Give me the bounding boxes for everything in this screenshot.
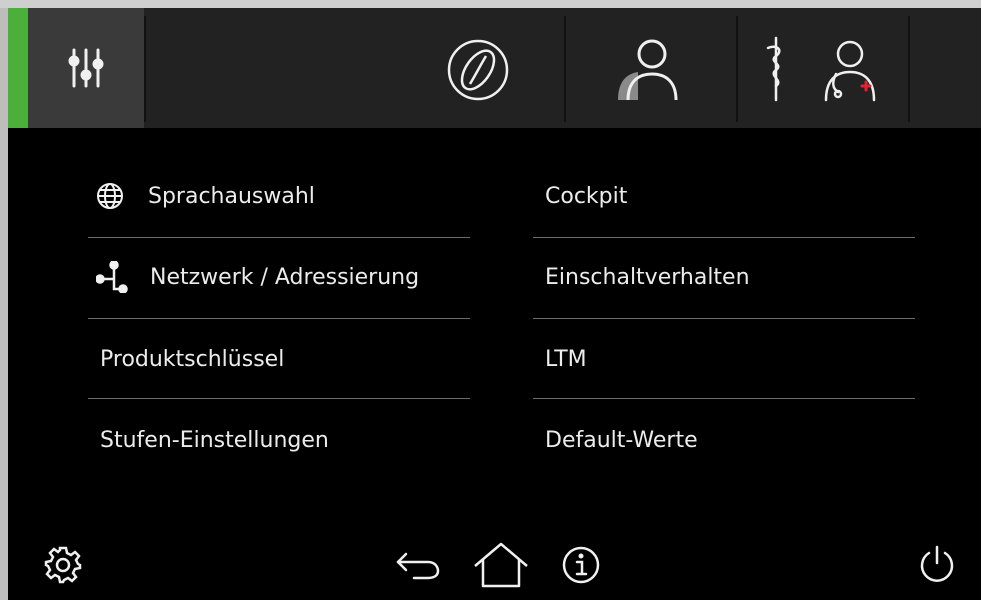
menu-item-ltm[interactable]: LTM xyxy=(545,319,923,399)
menu-item-default-werte[interactable]: Default-Werte xyxy=(545,400,923,480)
window-frame-left xyxy=(0,8,8,600)
menu-item-label: Sprachauswahl xyxy=(148,183,315,209)
home-icon xyxy=(474,542,528,588)
network-icon xyxy=(96,261,128,293)
back-button[interactable] xyxy=(392,546,444,586)
tab-divider xyxy=(736,16,738,122)
tab-coffee[interactable] xyxy=(446,38,510,102)
divider xyxy=(88,398,470,399)
active-indicator xyxy=(8,8,28,128)
info-icon xyxy=(562,546,600,584)
settings-sliders-icon xyxy=(62,44,110,92)
coffee-bean-icon xyxy=(447,39,509,101)
top-tab-bar xyxy=(8,8,981,128)
menu-item-stufen-einstellungen[interactable]: Stufen-Einstellungen xyxy=(100,400,478,480)
tab-divider xyxy=(908,16,910,122)
window-frame-top xyxy=(0,0,981,8)
menu-item-netzwerk[interactable]: Netzwerk / Adressierung xyxy=(96,237,478,317)
back-arrow-icon xyxy=(396,552,440,580)
user-icon xyxy=(618,39,678,101)
menu-item-produktschluessel[interactable]: Produktschlüssel xyxy=(100,319,478,399)
gear-icon xyxy=(44,546,82,584)
info-button[interactable] xyxy=(560,544,602,586)
menu-item-label: Produktschlüssel xyxy=(100,346,285,372)
power-button[interactable] xyxy=(914,542,960,588)
globe-icon xyxy=(97,183,123,209)
tab-user[interactable] xyxy=(612,36,684,104)
tab-settings[interactable] xyxy=(8,8,144,128)
menu-item-label: Netzwerk / Adressierung xyxy=(150,264,420,290)
menu-item-label: Cockpit xyxy=(545,183,628,209)
menu-item-label: Default-Werte xyxy=(545,427,698,453)
tab-divider xyxy=(564,16,566,122)
tab-service[interactable] xyxy=(758,34,888,106)
power-icon xyxy=(920,545,954,582)
menu-item-sprachauswahl[interactable]: Sprachauswahl xyxy=(96,156,478,236)
tab-divider xyxy=(144,16,146,122)
home-button[interactable] xyxy=(470,540,532,590)
menu-item-einschaltverhalten[interactable]: Einschaltverhalten xyxy=(545,237,923,317)
settings-menu: Sprachauswahl Netzwerk / Adressierung Pr… xyxy=(8,128,981,528)
settings-button[interactable] xyxy=(42,544,84,586)
menu-item-cockpit[interactable]: Cockpit xyxy=(545,156,923,236)
menu-item-label: Einschaltverhalten xyxy=(545,264,750,290)
menu-item-label: Stufen-Einstellungen xyxy=(100,427,329,453)
divider xyxy=(533,398,915,399)
menu-item-label: LTM xyxy=(545,346,587,372)
service-technician-icon xyxy=(766,36,876,102)
